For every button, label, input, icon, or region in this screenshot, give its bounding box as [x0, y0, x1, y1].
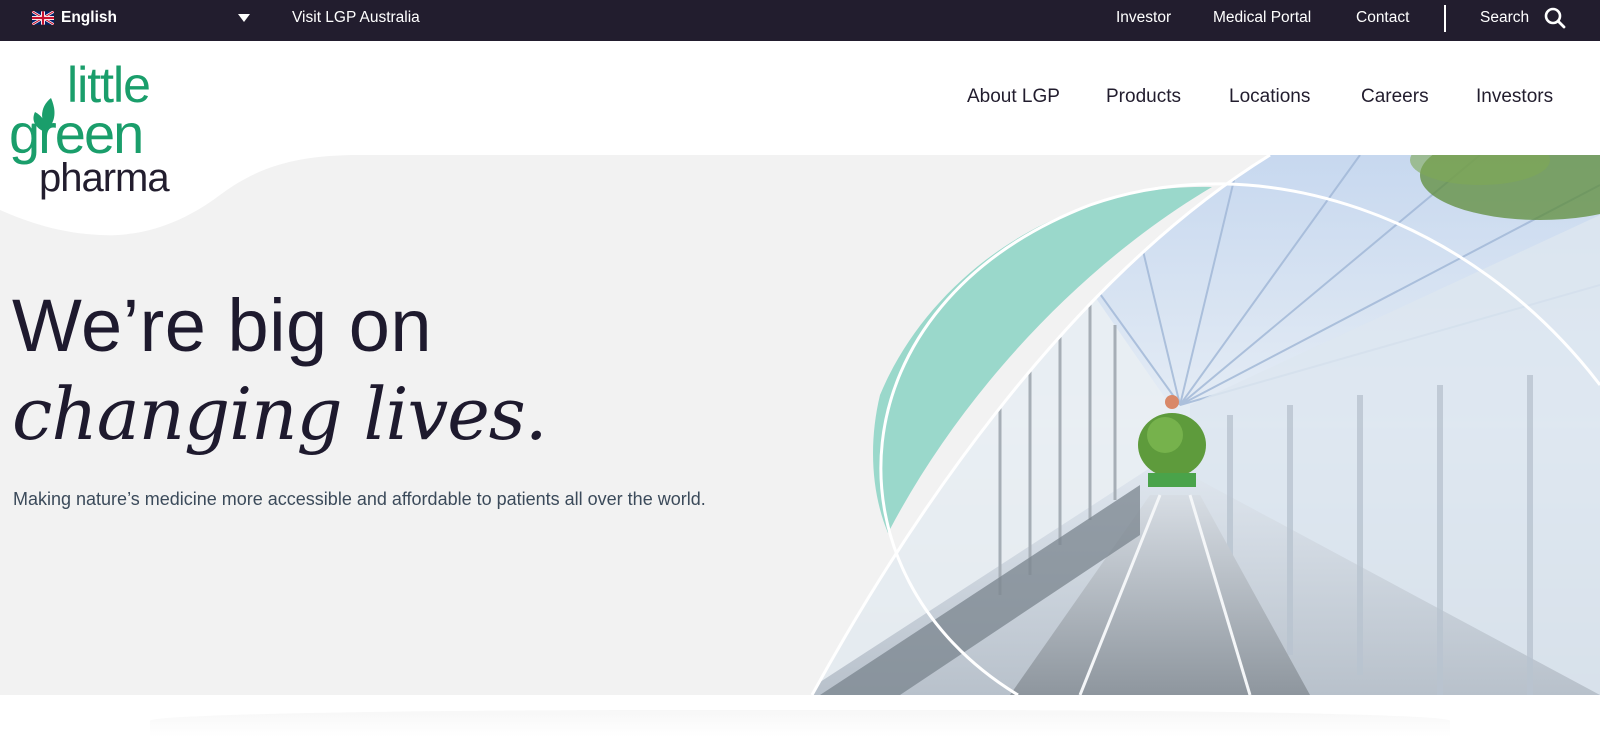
next-section-edge: [150, 710, 1450, 737]
topbar-link-investor[interactable]: Investor: [1116, 0, 1171, 36]
hero-title-line2: changing lives.: [12, 372, 548, 456]
search-icon[interactable]: [1543, 6, 1567, 30]
search-link[interactable]: Search: [1480, 0, 1529, 36]
nav-item-investors[interactable]: Investors: [1476, 84, 1553, 110]
hero-title-line1: We’re big on: [12, 284, 433, 367]
language-selector[interactable]: English: [32, 0, 117, 36]
topbar-link-contact[interactable]: Contact: [1356, 0, 1409, 36]
visit-lgp-australia-link[interactable]: Visit LGP Australia: [292, 0, 420, 36]
chevron-down-icon[interactable]: [238, 14, 250, 22]
language-label: English: [61, 9, 117, 26]
hero-section: We’re big on changing lives. Making natu…: [0, 155, 1600, 695]
topbar-divider: [1444, 5, 1446, 32]
nav-item-products[interactable]: Products: [1106, 84, 1181, 110]
brand-logo[interactable]: little green pharma: [9, 60, 189, 204]
logo-word-pharma: pharma: [39, 156, 170, 200]
topbar-link-medical-portal[interactable]: Medical Portal: [1213, 0, 1311, 36]
nav-item-careers[interactable]: Careers: [1361, 84, 1429, 110]
logo-word-green: green: [9, 102, 144, 165]
nav-item-locations[interactable]: Locations: [1229, 84, 1310, 110]
uk-flag-icon: [32, 11, 54, 25]
top-utility-bar: English Visit LGP Australia Investor Med…: [0, 0, 1600, 41]
nav-item-about-lgp[interactable]: About LGP: [967, 84, 1060, 110]
hero-subtitle: Making nature’s medicine more accessible…: [13, 489, 706, 509]
